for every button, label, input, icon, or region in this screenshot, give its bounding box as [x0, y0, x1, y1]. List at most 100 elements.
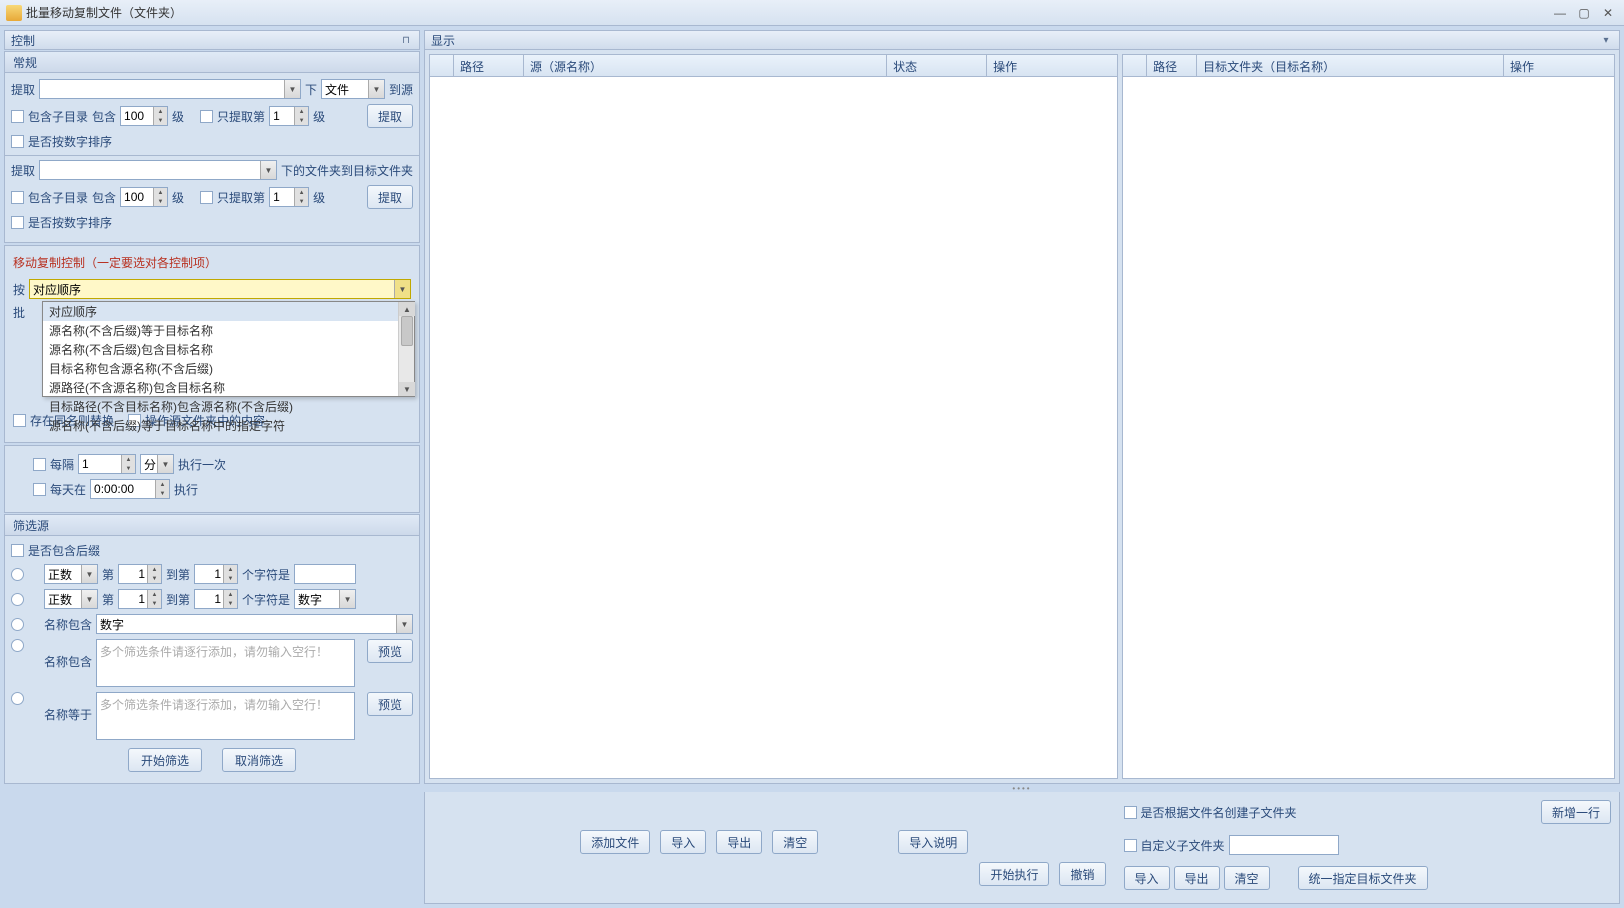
only-level-spin-1[interactable]: 1▲▼: [269, 106, 309, 126]
new-row-button[interactable]: 新增一行: [1541, 800, 1611, 824]
every-label: 每隔: [50, 456, 74, 473]
start-exec-button[interactable]: 开始执行: [979, 862, 1049, 886]
move-ctrl-title: 移动复制控制（一定要选对各控制项）: [13, 254, 411, 271]
order-dropdown[interactable]: 对应顺序 源名称(不含后缀)等于目标名称 源名称(不含后缀)包含目标名称 目标名…: [42, 301, 415, 397]
file-type-combo[interactable]: 文件▼: [321, 79, 385, 99]
include-subdir-label: 包含子目录: [28, 108, 88, 125]
pos-combo-2[interactable]: 正数▼: [44, 589, 98, 609]
table-1-body[interactable]: [430, 77, 1117, 778]
char-input-1[interactable]: [294, 564, 356, 584]
maximize-button[interactable]: ▢: [1574, 6, 1594, 20]
level-label-1: 级: [172, 108, 184, 125]
only-extract-label: 只提取第: [217, 108, 265, 125]
exec-label: 执行: [174, 481, 198, 498]
import-button-2[interactable]: 导入: [1124, 866, 1170, 890]
include-label-2: 包含: [92, 189, 116, 206]
import-button-1[interactable]: 导入: [660, 830, 706, 854]
only-level-spin-2[interactable]: 1▲▼: [269, 187, 309, 207]
filter-radio-3[interactable]: [11, 618, 24, 631]
to-spin-2[interactable]: 1▲▼: [194, 589, 238, 609]
t1-col-action[interactable]: 操作: [987, 55, 1117, 76]
inc-suffix-check[interactable]: [11, 544, 24, 557]
dropdown-scrollbar[interactable]: ▲ ▼: [398, 302, 414, 396]
replace-same-check[interactable]: [13, 414, 26, 427]
name-equals-textarea[interactable]: 多个筛选条件请逐行添加，请勿输入空行！: [96, 692, 355, 740]
level-label-4: 级: [313, 189, 325, 206]
export-button-1[interactable]: 导出: [716, 830, 762, 854]
dropdown-item-2[interactable]: 源名称(不含后缀)包含目标名称: [43, 340, 414, 359]
preview-button-2[interactable]: 预览: [367, 692, 413, 716]
unit-combo[interactable]: 分▼: [140, 454, 174, 474]
to-spin-1[interactable]: 1▲▼: [194, 564, 238, 584]
extract-path-combo-2[interactable]: ▼: [39, 160, 277, 180]
interval-spin[interactable]: 1▲▼: [78, 454, 136, 474]
clear-button-1[interactable]: 清空: [772, 830, 818, 854]
order-combo[interactable]: 对应顺序 ▼: [29, 279, 411, 299]
t2-col-target[interactable]: 目标文件夹（目标名称）: [1197, 55, 1504, 76]
inc-suffix-label: 是否包含后缀: [28, 542, 100, 559]
custom-sub-check[interactable]: [1124, 839, 1137, 852]
t2-col-action[interactable]: 操作: [1504, 55, 1614, 76]
char-combo-2[interactable]: 数字▼: [294, 589, 356, 609]
t1-col-source[interactable]: 源（源名称）: [524, 55, 887, 76]
table-2-body[interactable]: [1123, 77, 1614, 778]
preview-button-1[interactable]: 预览: [367, 639, 413, 663]
create-sub-check[interactable]: [1124, 806, 1137, 819]
filter-radio-4[interactable]: [11, 639, 24, 652]
filter-radio-2[interactable]: [11, 593, 24, 606]
sort-num-check-2[interactable]: [11, 216, 24, 229]
name-contains-combo[interactable]: 数字▼: [96, 614, 413, 634]
export-button-2[interactable]: 导出: [1174, 866, 1220, 890]
name-equals-label: 名称等于: [44, 692, 92, 723]
custom-sub-label: 自定义子文件夹: [1141, 837, 1225, 854]
every-interval-check[interactable]: [33, 458, 46, 471]
only-extract-check-2[interactable]: [200, 191, 213, 204]
dropdown-item-5[interactable]: 目标路径(不含目标名称)包含源名称(不含后缀): [43, 397, 414, 416]
t2-col-path[interactable]: 路径: [1147, 55, 1197, 76]
from-spin-1[interactable]: 1▲▼: [118, 564, 162, 584]
sort-num-check-1[interactable]: [11, 135, 24, 148]
t1-col-status[interactable]: 状态: [887, 55, 987, 76]
time-spin[interactable]: 0:00:00▲▼: [90, 479, 170, 499]
custom-sub-input[interactable]: [1229, 835, 1339, 855]
t1-col-0[interactable]: [430, 55, 454, 76]
pos-combo-1[interactable]: 正数▼: [44, 564, 98, 584]
import-desc-button[interactable]: 导入说明: [898, 830, 968, 854]
t2-col-0[interactable]: [1123, 55, 1147, 76]
clear-button-2[interactable]: 清空: [1224, 866, 1270, 890]
filter-radio-5[interactable]: [11, 692, 24, 705]
dropdown-item-1[interactable]: 源名称(不含后缀)等于目标名称: [43, 321, 414, 340]
extract-button-1[interactable]: 提取: [367, 104, 413, 128]
include-subdir-check-2[interactable]: [11, 191, 24, 204]
include-subdir-label-2: 包含子目录: [28, 189, 88, 206]
t1-col-path[interactable]: 路径: [454, 55, 524, 76]
include-subdir-check-1[interactable]: [11, 110, 24, 123]
start-filter-button[interactable]: 开始筛选: [128, 748, 202, 772]
level-spin-1[interactable]: 100▲▼: [120, 106, 168, 126]
name-contains-label-2: 名称包含: [44, 639, 92, 670]
splitter-handle[interactable]: ••••: [424, 784, 1620, 792]
minimize-button[interactable]: —: [1550, 6, 1570, 20]
level-spin-2[interactable]: 100▲▼: [120, 187, 168, 207]
extract-button-2[interactable]: 提取: [367, 185, 413, 209]
from-spin-2[interactable]: 1▲▼: [118, 589, 162, 609]
name-contains-textarea[interactable]: 多个筛选条件请逐行添加，请勿输入空行！: [96, 639, 355, 687]
pin-icon[interactable]: ⊓: [399, 33, 413, 47]
dropdown-item-0[interactable]: 对应顺序: [43, 302, 414, 321]
dropdown-item-3[interactable]: 目标名称包含源名称(不含后缀): [43, 359, 414, 378]
exec-once-label: 执行一次: [178, 456, 226, 473]
add-file-button[interactable]: 添加文件: [580, 830, 650, 854]
panel-caret-icon[interactable]: ▾: [1599, 33, 1613, 47]
filter-radio-1[interactable]: [11, 568, 24, 581]
dropdown-item-6[interactable]: 源名称(不含后缀)等于目标名称中的指定字符: [43, 416, 414, 435]
every-day-check[interactable]: [33, 483, 46, 496]
cancel-filter-button[interactable]: 取消筛选: [222, 748, 296, 772]
only-extract-check-1[interactable]: [200, 110, 213, 123]
extract-path-combo[interactable]: ▼: [39, 79, 301, 99]
close-button[interactable]: ✕: [1598, 6, 1618, 20]
undo-button[interactable]: 撤销: [1059, 862, 1105, 886]
unify-target-button[interactable]: 统一指定目标文件夹: [1298, 866, 1428, 890]
only-extract-label-2: 只提取第: [217, 189, 265, 206]
dropdown-item-4[interactable]: 源路径(不含源名称)包含目标名称: [43, 378, 414, 397]
group-filter: 筛选源: [13, 517, 49, 534]
